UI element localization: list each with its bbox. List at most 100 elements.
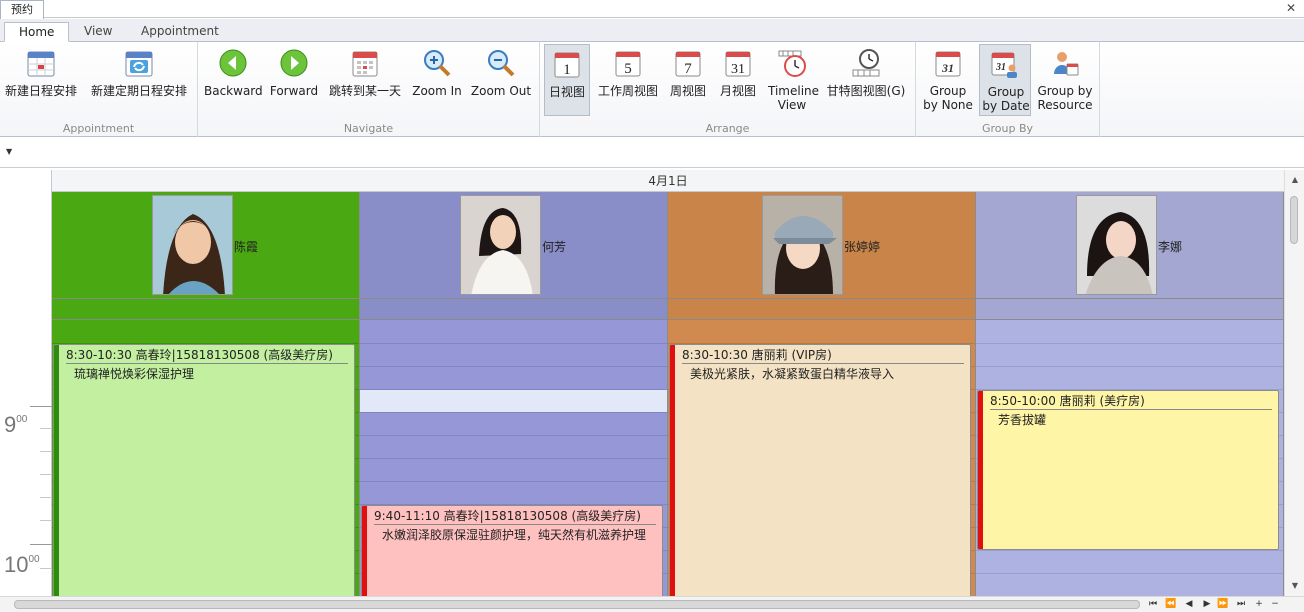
appointment-description: 水嫩润泽胶原保湿驻颜护理，纯天然有机滋养护理 [382, 528, 647, 542]
scheduler-app: 预约 ✕ Home View Appointment 新建日程安排 新建定期日程… [0, 0, 1304, 612]
time-label-minute: 00 [16, 414, 28, 425]
document-tab-strip: 预约 ✕ [0, 0, 1304, 19]
slot-line [976, 550, 1283, 551]
resource-avatar [1076, 195, 1157, 295]
vertical-scroll-thumb[interactable] [1290, 196, 1298, 244]
time-label-hour: 9 [4, 412, 17, 437]
day-icon-number: 1 [563, 62, 571, 78]
calendar-group-none-icon: 31 [935, 51, 961, 77]
resource-header: 李娜 [976, 192, 1283, 298]
group-by-none-button[interactable]: 31 Group by None [920, 44, 976, 116]
appointment-status-bar [670, 345, 675, 596]
forward-button[interactable]: Forward [266, 44, 322, 116]
new-appointment-button[interactable]: 新建日程安排 [2, 44, 80, 116]
group-by-date-button[interactable]: 31 Group by Date [979, 44, 1031, 116]
appointment-status-bar [54, 345, 59, 596]
nav-next-icon[interactable]: ▶ [1200, 598, 1214, 611]
appointment[interactable]: 8:30-10:30 唐丽莉 (VIP房) 美极光紧肤，水凝紧致蛋白精华液导入 [669, 344, 971, 596]
group-arrange-label: Arrange [705, 122, 750, 135]
zoom-plus-icon[interactable]: + [1252, 598, 1266, 611]
selected-time-slot[interactable] [360, 390, 667, 412]
zoom-out-label: Zoom Out [470, 84, 532, 98]
resource-name: 李娜 [1158, 240, 1183, 254]
scheduler-day-view: 900 1000 4月1日 陈霞 8:30-10:30 高春玲|15818130… [0, 170, 1304, 596]
quick-access-dropdown-icon[interactable]: ▼ [6, 147, 12, 156]
day-view-button[interactable]: 1 日视图 [544, 44, 590, 116]
gantt-view-button[interactable]: 甘特图视图(G) [824, 44, 908, 116]
all-day-area[interactable] [52, 298, 359, 320]
scroll-up-icon[interactable]: ▲ [1285, 172, 1304, 188]
recurring-calendar-icon [125, 51, 153, 77]
resource-name: 何芳 [542, 240, 567, 254]
day-view-label: 日视图 [548, 85, 585, 99]
goto-date-label: 跳转到某一天 [328, 84, 401, 98]
nav-prev-page-icon[interactable]: ⏪ [1164, 598, 1178, 611]
nav-last-icon[interactable]: ⏭ [1234, 598, 1248, 611]
calendar-work-week-icon: 5 [615, 51, 641, 77]
goto-date-icon [352, 51, 378, 77]
appointment-title: 8:50-10:00 唐丽莉 (美疗房) [990, 393, 1272, 410]
week-view-button[interactable]: 7 周视图 [666, 44, 710, 116]
work-week-view-button[interactable]: 5 工作周视图 [594, 44, 662, 116]
resource-name: 陈霞 [234, 240, 259, 254]
time-ruler-tick [40, 474, 52, 475]
tab-home[interactable]: Home [4, 22, 70, 42]
resource-header: 陈霞 [52, 192, 359, 298]
all-day-area[interactable] [668, 298, 975, 320]
tab-appointment[interactable]: Appointment [127, 22, 233, 42]
timeline-view-button[interactable]: Timeline View [766, 44, 819, 116]
work-week-view-label: 工作周视图 [597, 84, 658, 98]
time-ruler-tick [40, 451, 52, 452]
vertical-scrollbar[interactable]: ▲ ▼ [1284, 170, 1304, 596]
time-label-10: 1000 [4, 552, 40, 578]
nav-first-icon[interactable]: ⏮ [1146, 598, 1160, 611]
quick-access-toolbar: ▼ [0, 138, 1304, 168]
group-by-resource-label: Group by Resource [1037, 84, 1093, 112]
appointment[interactable]: 9:40-11:10 高春玲|15818130508 (高级美疗房) 水嫩润泽胶… [361, 505, 663, 596]
nav-next-page-icon[interactable]: ⏩ [1216, 598, 1230, 611]
zoom-in-button[interactable]: Zoom In [408, 44, 466, 116]
timeline-clock-icon [778, 50, 806, 77]
group-appointment-label: Appointment [62, 122, 135, 135]
calendar-new-icon [27, 51, 55, 77]
group-by-resource-button[interactable]: Group by Resource [1034, 44, 1096, 116]
gantt-clock-icon [852, 49, 880, 77]
document-tab[interactable]: 预约 [0, 0, 44, 19]
new-recurring-appointment-button[interactable]: 新建定期日程安排 [88, 44, 190, 116]
zoom-minus-icon[interactable]: − [1268, 598, 1282, 611]
month-view-button[interactable]: 31 月视图 [714, 44, 762, 116]
zoom-in-icon [424, 50, 451, 77]
time-ruler-tick [30, 544, 52, 545]
month-view-label: 月视图 [719, 84, 756, 98]
horizontal-scrollbar[interactable]: ⏮ ⏪ ◀ ▶ ⏩ ⏭ + − [0, 596, 1304, 612]
zoom-out-button[interactable]: Zoom Out [470, 44, 532, 116]
arrow-right-icon [280, 49, 308, 77]
appointment-description: 芳香拔罐 [998, 413, 1047, 427]
resource-column-chenxia: 陈霞 8:30-10:30 高春玲|15818130508 (高级美疗房) 琉璃… [52, 192, 360, 596]
tab-view[interactable]: View [70, 22, 126, 42]
time-ruler: 900 1000 [0, 170, 52, 596]
time-ruler-tick [40, 568, 52, 569]
appointment-description: 美极光紧肤，水凝紧致蛋白精华液导入 [690, 367, 895, 381]
goto-date-button[interactable]: 跳转到某一天 [326, 44, 404, 116]
appointment[interactable]: 8:30-10:30 高春玲|15818130508 (高级美疗房) 琉璃禅悦焕… [53, 344, 355, 596]
all-day-area[interactable] [976, 298, 1283, 320]
new-appointment-label: 新建日程安排 [4, 84, 77, 98]
all-day-area[interactable] [360, 298, 667, 320]
appointment-status-bar [362, 506, 367, 596]
backward-button[interactable]: Backward [204, 44, 263, 116]
close-icon[interactable]: ✕ [1284, 0, 1298, 16]
calendar-month-icon: 31 [725, 51, 751, 77]
horizontal-scroll-thumb[interactable] [14, 600, 1140, 609]
resource-avatar [460, 195, 541, 295]
week-view-label: 周视图 [669, 84, 706, 98]
scroll-down-icon[interactable]: ▼ [1285, 578, 1304, 594]
appointment[interactable]: 8:50-10:00 唐丽莉 (美疗房) 芳香拔罐 [977, 390, 1279, 550]
calendar-day-icon: 1 [554, 52, 580, 78]
resource-header: 张婷婷 [668, 192, 975, 298]
nav-prev-icon[interactable]: ◀ [1182, 598, 1196, 611]
backward-label: Backward [204, 84, 263, 98]
week-icon-number: 7 [684, 61, 692, 77]
arrow-left-icon [219, 49, 247, 77]
group-none-icon-number: 31 [941, 61, 954, 75]
